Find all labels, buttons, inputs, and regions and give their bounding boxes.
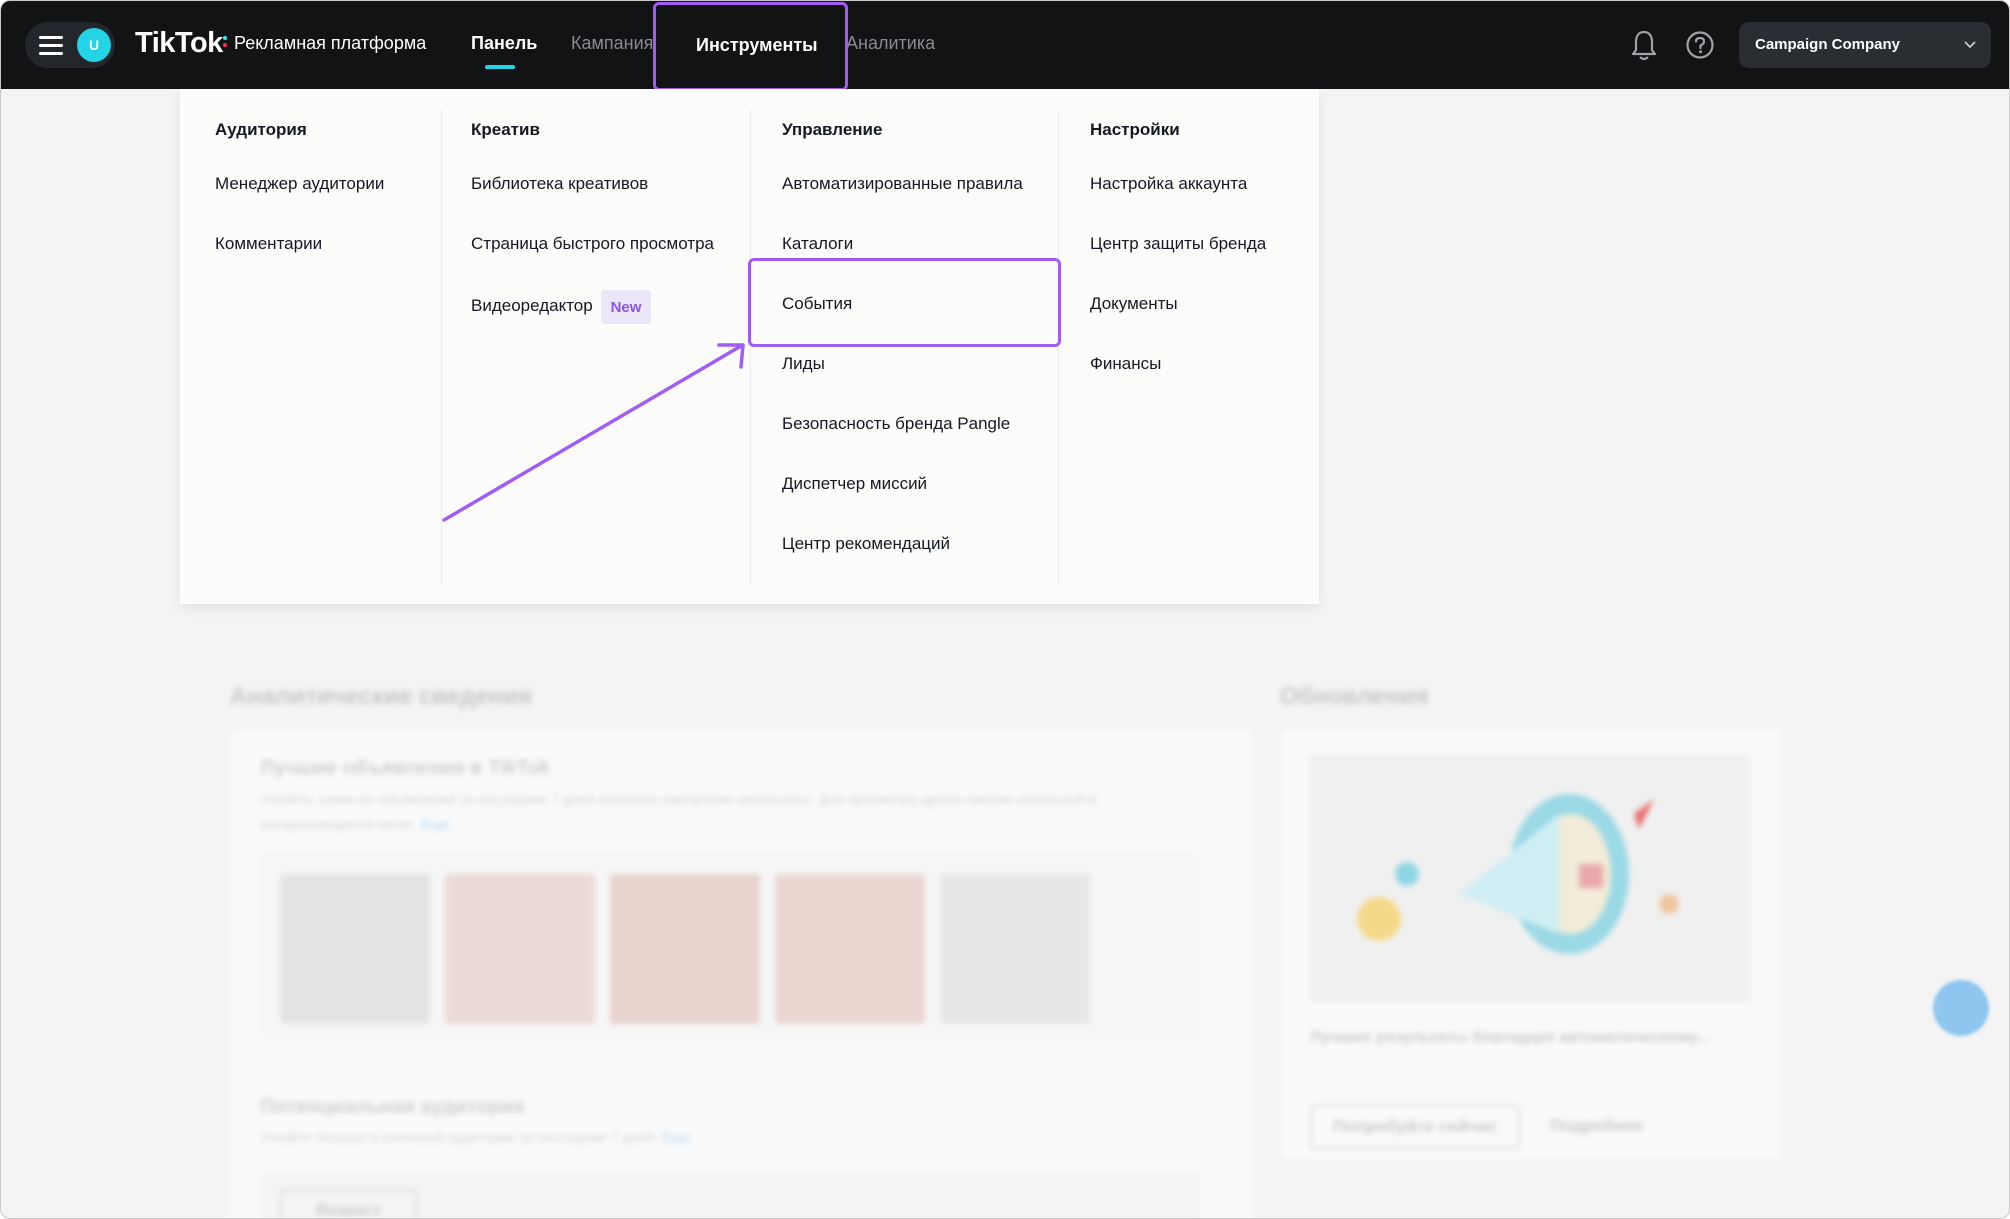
- audience-title: Потенциальная аудитория: [260, 1096, 525, 1118]
- assistant-floating-button[interactable]: [1933, 980, 1989, 1036]
- help-icon[interactable]: [1685, 30, 1715, 60]
- account-name: Campaign Company: [1755, 36, 1901, 53]
- column-title-management: Управление: [782, 120, 883, 139]
- notification-bell-icon[interactable]: [1629, 29, 1659, 61]
- top-ads-more-link[interactable]: Еще: [421, 816, 450, 832]
- logo-colon-icon: [223, 34, 228, 48]
- update-caption: Лучшие результаты благодаря автоматическ…: [1310, 1029, 1710, 1046]
- chevron-down-icon: [1963, 37, 1977, 51]
- audience-description: Узнайте больше о ключевой аудитории за п…: [260, 1129, 691, 1145]
- updates-title: Обновления: [1280, 683, 1429, 710]
- top-ads-description: Узнайте, какие из объявлений за последни…: [260, 791, 1098, 832]
- nav-tab-analytics[interactable]: Аналитика: [846, 33, 935, 54]
- menu-item-mission-manager[interactable]: Диспетчер миссий: [782, 474, 927, 494]
- menu-item-instant-page[interactable]: Страница быстрого просмотра: [471, 234, 714, 254]
- menu-item-automated-rules[interactable]: Автоматизированные правила: [782, 174, 1023, 194]
- account-selector[interactable]: Campaign Company: [1739, 22, 1991, 68]
- menu-item-brand-protection-center[interactable]: Центр защиты бренда: [1090, 234, 1266, 254]
- user-avatar[interactable]: U: [77, 28, 111, 62]
- active-tab-indicator: [485, 65, 515, 69]
- menu-item-comments[interactable]: Комментарии: [215, 234, 322, 254]
- column-divider: [441, 109, 442, 584]
- new-badge: New: [601, 290, 651, 324]
- ad-thumbnail[interactable]: [775, 874, 925, 1024]
- menu-item-audience-manager[interactable]: Менеджер аудитории: [215, 174, 384, 194]
- try-now-button[interactable]: Попробуйте сейчас: [1310, 1105, 1520, 1149]
- menu-item-leads[interactable]: Лиды: [782, 354, 825, 374]
- menu-item-account-settings[interactable]: Настройка аккаунта: [1090, 174, 1247, 194]
- tools-dropdown-menu: Аудитория Менеджер аудитории Комментарии…: [180, 89, 1319, 604]
- audience-more-link[interactable]: Еще: [662, 1129, 691, 1145]
- column-divider: [1058, 109, 1059, 584]
- menu-item-recommendation-center[interactable]: Центр рекомендаций: [782, 534, 950, 554]
- menu-item-creative-library[interactable]: Библиотека креативов: [471, 174, 648, 194]
- age-dropdown[interactable]: Возраст: [280, 1189, 417, 1218]
- nav-tab-dashboard[interactable]: Панель: [471, 33, 537, 54]
- nav-tab-tools-highlight[interactable]: Инструменты: [653, 2, 848, 91]
- analytics-title: Аналитические сведения: [230, 683, 532, 710]
- ad-thumbnail[interactable]: [940, 874, 1090, 1024]
- ad-thumbnail[interactable]: [280, 874, 430, 1024]
- column-title-settings: Настройки: [1090, 120, 1180, 139]
- nav-tab-campaign[interactable]: Кампания: [571, 33, 653, 54]
- nav-tab-tools[interactable]: Инструменты: [696, 35, 818, 56]
- megaphone-illustration: [1309, 754, 1751, 1002]
- top-ads-title: Лучшие объявления в TikTok: [260, 757, 551, 779]
- logo-subtitle: Рекламная платформа: [234, 33, 427, 53]
- app-window: Аналитические сведения Лучшие объявления…: [0, 0, 2010, 1219]
- ad-thumbnail[interactable]: [445, 874, 595, 1024]
- tiktok-logo[interactable]: TikTok: [135, 27, 223, 60]
- menu-item-documents[interactable]: Документы: [1090, 294, 1178, 314]
- column-title-creative: Креатив: [471, 120, 540, 139]
- ad-thumbnail[interactable]: [610, 874, 760, 1024]
- menu-item-finance[interactable]: Финансы: [1090, 354, 1161, 374]
- hamburger-icon[interactable]: [39, 36, 63, 55]
- column-title-audience: Аудитория: [215, 120, 307, 139]
- menu-item-video-editor[interactable]: Видеоредактор: [471, 296, 593, 316]
- details-link[interactable]: Подробнее: [1550, 1113, 1644, 1138]
- menu-item-catalogs[interactable]: Каталоги: [782, 234, 853, 254]
- menu-item-pangle-brand-safety[interactable]: Безопасность бренда Pangle: [782, 414, 1010, 434]
- events-highlight-box: [748, 258, 1061, 347]
- main-menu-toggle[interactable]: U: [25, 22, 115, 68]
- top-navigation-bar: U TikTok Рекламная платформа Панель Камп…: [1, 1, 2009, 91]
